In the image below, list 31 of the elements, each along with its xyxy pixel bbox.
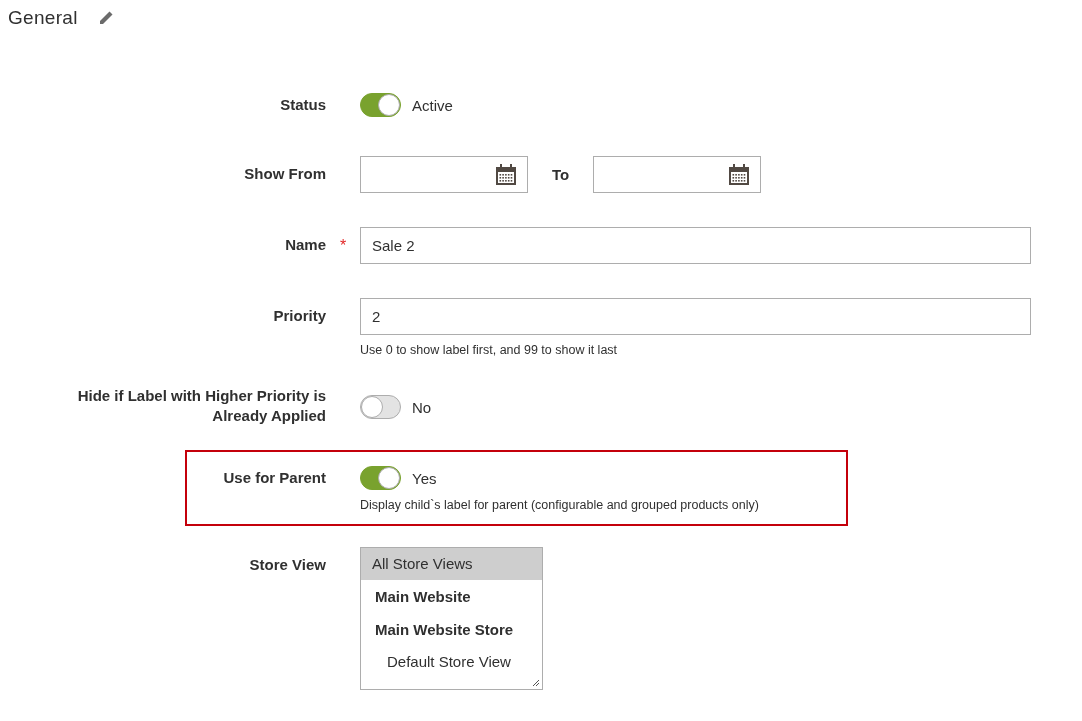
toggle-switch[interactable] [360,93,401,117]
toggle-value: No [412,398,432,416]
option-group: Main Website [361,580,542,613]
calendar-icon[interactable] [727,162,752,187]
field-label: Status [280,95,326,115]
required-asterisk: * [339,237,347,254]
field-label: Priority [273,306,326,326]
section-title: General [8,6,78,29]
field-label: Hide if Label with Higher Priority is Already Applied [76,386,326,426]
field-label: Show From [244,164,326,184]
calendar-icon[interactable] [494,162,518,187]
resize-grip-icon[interactable] [530,677,540,687]
toggle-switch[interactable] [360,466,401,490]
toggle-value: Active [412,96,453,114]
field-note: Use 0 to show label first, and 99 to show it last [360,343,618,357]
field-note: Display child`s label for parent (configurable and grouped products only) [360,498,759,512]
store-view-list[interactable]: All Store Views Main Website Main Website Store Default Store View [360,547,543,690]
field-label: Use for Parent [223,468,326,488]
list-option[interactable]: Default Store View [361,646,542,678]
toggle-value: Yes [412,469,437,487]
date-field[interactable] [593,156,762,193]
text-field[interactable]: Sale 2 [360,227,1031,264]
pencil-icon[interactable] [97,9,114,26]
option-group: Main Website Store [361,613,542,646]
text-field[interactable]: 2 [360,298,1031,335]
field-label: Name [285,235,326,255]
list-option[interactable]: All Store Views [361,548,542,580]
toggle-switch[interactable] [360,395,401,419]
date-field[interactable] [360,156,528,193]
field-label: To [552,166,570,183]
field-label: Store View [249,555,326,575]
